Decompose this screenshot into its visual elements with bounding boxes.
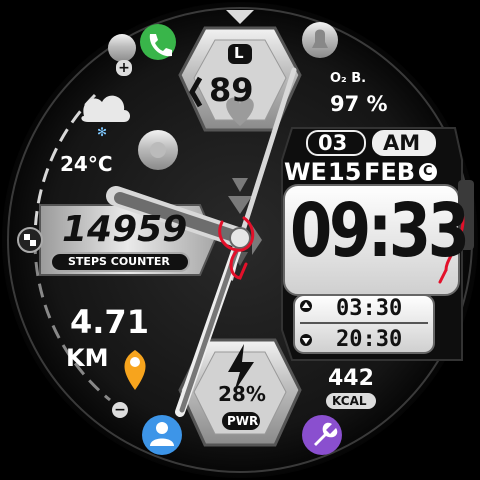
distance-value: 4.71	[70, 303, 149, 341]
settings-knob	[138, 130, 178, 170]
alarm-time-2: 20:30	[336, 327, 403, 352]
tool-icon[interactable]	[302, 415, 342, 455]
heart-rate-value: 89	[209, 71, 254, 109]
user-icon[interactable]	[142, 415, 182, 455]
bell-icon	[302, 22, 338, 58]
digital-time: 09:33	[290, 188, 470, 274]
distance-unit: KM	[66, 344, 109, 372]
date-month: FEB	[364, 158, 416, 186]
down-arrow-icon	[300, 334, 312, 346]
up-arrow-icon	[300, 300, 312, 312]
minus-button[interactable]: −	[112, 402, 128, 418]
steps-value: 14959	[62, 209, 188, 250]
calories-label: KCAL	[332, 394, 367, 408]
battery-value: 28%	[218, 382, 266, 406]
steps-label: STEPS COUNTER	[68, 255, 170, 268]
calories-value: 442	[328, 366, 374, 391]
date-day: 15	[328, 158, 362, 186]
oxygen-label: O₂ B.	[330, 71, 367, 86]
alarm-time-1: 03:30	[336, 296, 403, 321]
temperature: 24°C	[60, 152, 113, 176]
battery-label: PWR	[227, 414, 259, 428]
top-knob	[108, 34, 136, 62]
c-badge: C	[423, 164, 433, 179]
am-pm: AM	[383, 131, 421, 155]
phone-button[interactable]	[140, 24, 176, 60]
center-pin	[229, 227, 251, 249]
svg-text:✻: ✻	[97, 125, 107, 139]
oxygen-value: 97 %	[330, 92, 388, 116]
weekday: WE	[284, 158, 327, 186]
day-number: 03	[318, 131, 348, 155]
plus-button[interactable]: +	[116, 60, 132, 76]
heart-badge: L	[234, 44, 244, 62]
calendar-icon	[17, 227, 43, 253]
